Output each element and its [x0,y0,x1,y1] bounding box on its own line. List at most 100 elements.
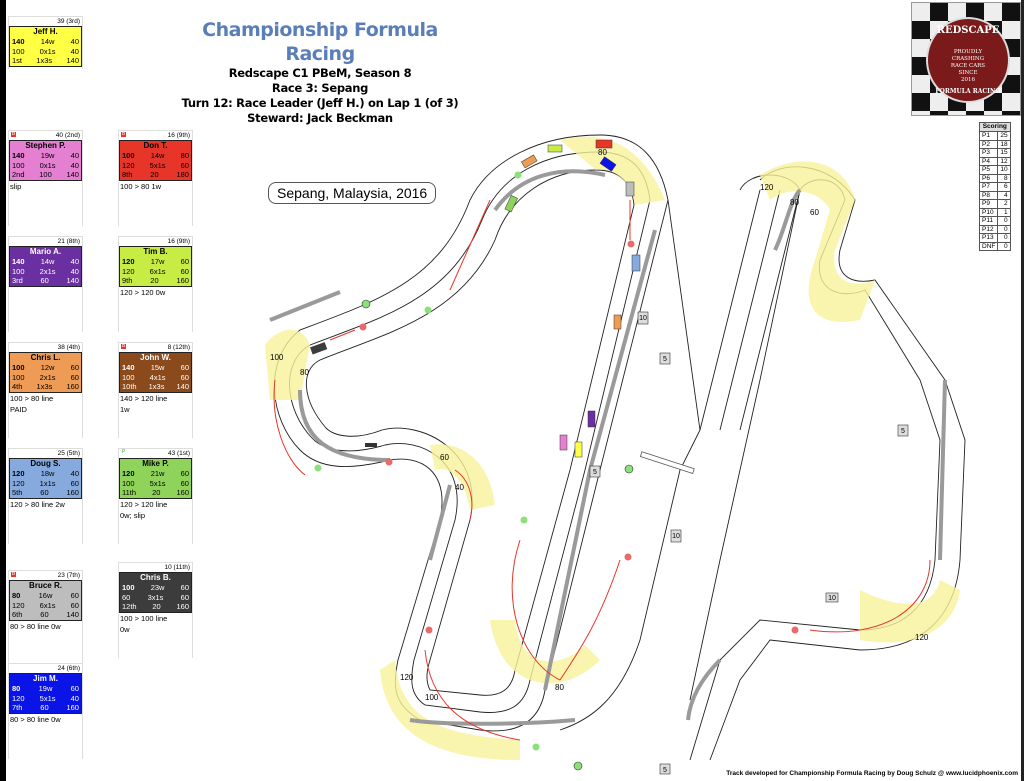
red-marker [385,458,393,466]
car-don-t [595,139,613,149]
scoring-row: P11 0 [978,216,1011,226]
stat-value: 140 [66,170,79,179]
stat-value: 20 [152,488,161,497]
driver-card[interactable]: 39 (3rd) Jeff H. 140 14w 40 100 0x1s 40 1st 1x3s 1… [8,16,83,69]
distance-marker-signs: 10 5 10 5 5 10 5 [589,311,909,775]
race-label: Race 3: Sepang [271,81,369,95]
points-value: 0 [997,224,1011,234]
status-flag: B [121,343,126,349]
stats-row: 6th 60 140 [11,610,80,620]
stat-value: 100 [122,372,135,382]
points-value: 6 [997,182,1011,192]
position-label: DNF [978,241,999,251]
svg-text:100: 100 [425,693,439,702]
svg-text:60: 60 [810,208,819,217]
stats-row: 100 0x1s 40 [11,161,80,171]
stats-row: 120 21w 60 [121,469,190,479]
stat-value: 2nd [12,170,25,179]
stat-value: 5x1s [39,693,56,703]
driver-name: Jeff H. [33,27,58,36]
scoring-row: P5 10 [978,165,1011,175]
stat-value: 100 [122,478,135,488]
stat-value: 140 [122,363,135,372]
stat-value: 0x1s [39,160,56,170]
stat-value: 60 [180,478,189,488]
driver-name: Don T. [143,141,168,150]
championship-points: 10 (11th) [164,564,190,571]
stat-value: 1st [12,56,23,65]
turn-label: Turn 12: Race Leader (Jeff H.) on Lap 1 … [181,96,459,110]
svg-text:40: 40 [455,483,464,492]
car-tim-b [547,144,563,153]
championship-points: 24 (6th) [57,665,80,672]
driver-card[interactable]: B 16 (9th) Don T. 100 14w 80 120 5x1s 60 8th 20 180… [118,130,193,226]
stat-value: 10th [122,382,137,391]
svg-text:100: 100 [270,353,284,362]
stat-value: 5th [12,488,23,497]
scoring-row: P3 15 [978,148,1011,158]
championship-points: 38 (4th) [57,344,80,351]
stat-value: 60 [70,684,79,693]
scoring-row: P8 4 [978,190,1011,200]
position-label: P5 [978,165,999,175]
stat-value: 120 [122,160,135,170]
stats-row: 100 5x1s 60 [121,479,190,489]
driver-card[interactable]: B 8 (12th) John W. 140 15w 60 100 4x1s 60 10th 1x3… [118,342,193,438]
scoring-row: P1 25 [978,131,1011,141]
stat-value: 160 [176,602,189,611]
start-marker [624,464,634,474]
driver-card[interactable]: 24 (6th) Jim M. 80 19w 60 120 5x1s 40 7th 60 160 80… [8,663,83,759]
stats-row: 60 3x1s 60 [121,593,190,603]
start-finish-line [639,451,695,475]
championship-points: 8 (12th) [167,344,190,351]
championship-points: 39 (3rd) [57,18,80,25]
championship-points: 16 (9th) [167,238,190,245]
stat-value: 100 [122,583,135,592]
driver-card[interactable]: P 43 (1st) Mike P. 120 21w 60 100 5x1s 60 11th 20 1… [118,448,193,544]
svg-text:5: 5 [663,356,667,363]
points-value: 25 [997,131,1011,141]
stat-value: 60 [70,600,79,610]
driver-card[interactable]: B 23 (7th) Bruce R. 80 16w 60 120 6x1s 60 6th 60 14… [8,570,83,666]
stat-value: 140 [176,382,189,391]
stat-value: 80 [180,151,189,160]
driver-card[interactable]: 16 (9th) Tim B. 120 17w 60 120 6x1s 60 9th 20 160 1… [118,236,193,332]
scoring-row: P9 2 [978,199,1011,209]
green-marker [520,516,528,524]
stat-value: 2x1s [39,266,56,276]
move-note: 80 > 80 line 0w [10,714,61,724]
driver-card[interactable]: 38 (4th) Chris L. 100 12w 60 100 2x1s 60 4th 1x3s… [8,342,83,438]
status-flag: B [11,571,16,577]
driver-card[interactable]: 21 (8th) Mario A. 140 14w 40 100 2x1s 40 3rd 60 14… [8,236,83,332]
driver-card[interactable]: 25 (5th) Doug S. 120 18w 40 120 1x1s 60 5th 60 160… [8,448,83,544]
track-straights [559,166,966,761]
position-label: P11 [978,216,999,226]
stat-value: 1x3s [148,382,165,391]
lap-marker [573,761,583,771]
stat-value: 40 [70,37,79,46]
stat-value: 120 [12,693,25,703]
driver-stats-box: Chris L. 100 12w 60 100 2x1s 60 4th 1x3s 160 [9,352,82,393]
steward-label: Steward: Jack Beckman [247,111,393,125]
svg-text:10: 10 [672,533,680,540]
driver-card[interactable]: 10 (11th) Chris B. 100 23w 60 60 3x1s 60 12th 20 1… [118,562,193,658]
stat-value: 21w [150,469,165,478]
credits-footer: Track developed for Championship Formula… [726,770,1018,777]
move-note: slip [10,181,22,191]
driver-stats-box: Bruce R. 80 16w 60 120 6x1s 60 6th 60 140 [9,580,82,621]
stats-row: 80 19w 60 [11,684,80,694]
driver-name: Chris B. [140,573,171,582]
stat-value: 60 [180,257,189,266]
driver-card[interactable]: B 40 (2nd) Stephen P. 140 19w 40 100 0x1s 40 2nd 1… [8,130,83,226]
championship-points: 16 (9th) [167,132,190,139]
championship-points: 23 (7th) [57,572,80,579]
points-value: 18 [997,139,1011,149]
league-label: Redscape C1 PBeM, Season 8 [228,66,412,80]
stats-row: 10th 1x3s 140 [121,382,190,392]
driver-name: Mario A. [29,247,62,256]
green-marker [314,464,322,472]
stat-value: 19w [38,684,53,693]
stat-value: 140 [12,151,25,160]
distance-marker-5: 5 [589,465,601,478]
scoring-row: P12 0 [978,224,1011,234]
